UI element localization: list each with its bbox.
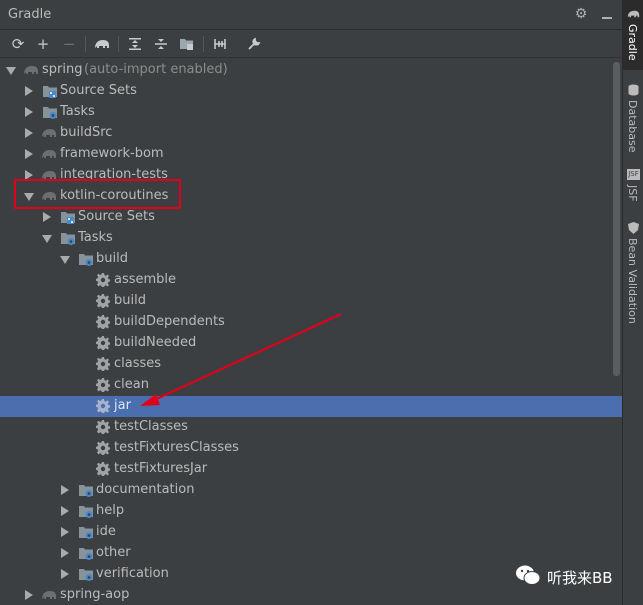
gradle-elephant-icon <box>627 8 640 23</box>
side-tool-tabs: Gradle Database JSF JSF Bean Validation <box>622 0 643 605</box>
side-tab-label: Gradle <box>626 24 639 61</box>
annotation-arrow <box>140 313 342 406</box>
side-tab-label: JSF <box>626 185 639 202</box>
database-icon <box>628 84 639 99</box>
side-tab-label: Database <box>626 100 639 153</box>
side-tab-gradle[interactable]: Gradle <box>623 0 643 70</box>
side-tab-bean-validation[interactable]: Bean Validation <box>623 218 643 328</box>
side-tab-label: Bean Validation <box>626 238 639 324</box>
bean-validation-icon <box>628 222 639 237</box>
watermark: 听我来BB <box>515 565 613 589</box>
watermark-text: 听我来BB <box>547 568 613 587</box>
wechat-logo-icon <box>515 564 541 590</box>
side-tab-database[interactable]: Database <box>623 80 643 160</box>
side-tab-jsf[interactable]: JSF JSF <box>623 165 643 210</box>
jsf-icon: JSF <box>627 169 640 180</box>
